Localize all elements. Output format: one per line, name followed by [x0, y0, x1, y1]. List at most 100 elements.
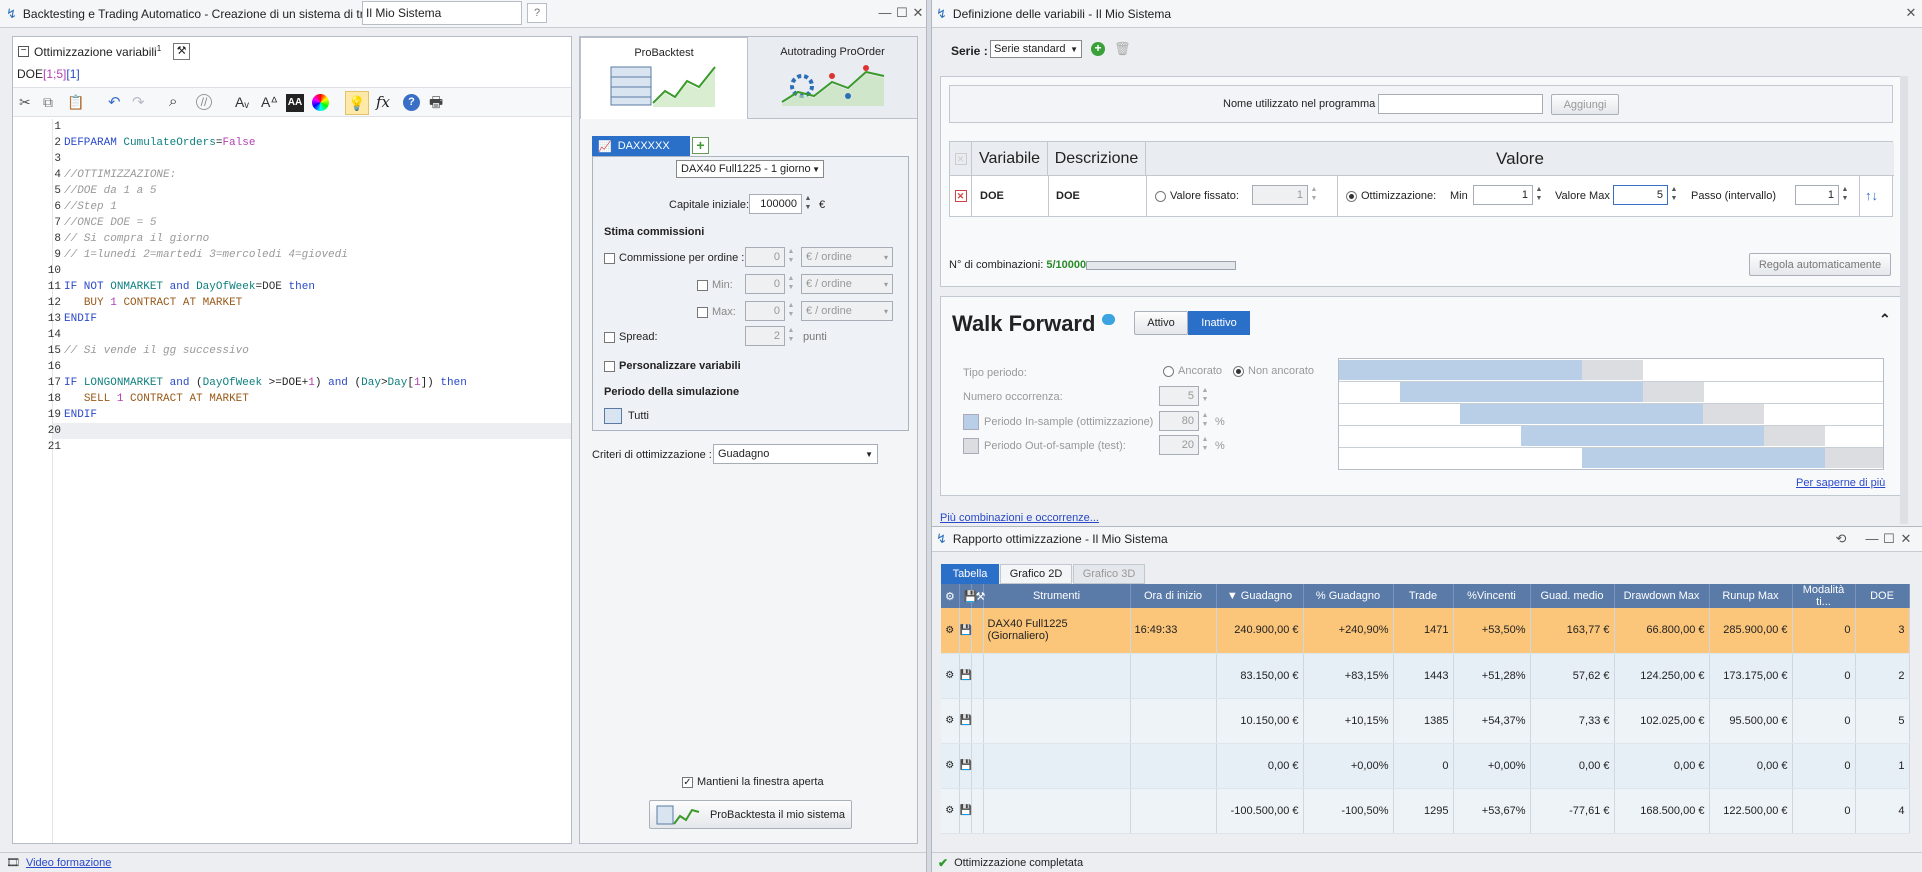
gears-icon[interactable]: ⚙: [941, 698, 960, 744]
close-icon[interactable]: ✕: [911, 6, 925, 20]
optimization-radio[interactable]: [1346, 190, 1357, 202]
table-row[interactable]: ⚙ 💾 0,00 € +0,00% 0 +0,00% 0,00 €0,00 €0,00 €0…: [941, 743, 1910, 789]
print-icon[interactable]: 🖶: [429, 92, 443, 117]
wf-inactive-button[interactable]: Inattivo: [1188, 311, 1250, 335]
close-icon[interactable]: ✕: [1899, 532, 1913, 546]
header-col[interactable]: Drawdown Max: [1614, 584, 1710, 608]
undo-icon[interactable]: ↶: [108, 93, 121, 111]
help-circle-icon[interactable]: ?: [403, 94, 420, 111]
fixed-value-radio[interactable]: [1155, 190, 1166, 202]
maximize-icon[interactable]: ☐: [895, 6, 909, 20]
function-icon[interactable]: fx: [376, 93, 390, 111]
max-checkbox[interactable]: [697, 306, 708, 318]
series-select[interactable]: Serie standard ▼: [990, 40, 1082, 58]
color-picker-icon[interactable]: [312, 94, 329, 111]
collapse-chevron-icon[interactable]: ⌃: [1879, 311, 1891, 328]
header-col[interactable]: ▼ Guadagno: [1216, 584, 1304, 608]
gears-icon[interactable]: ⚙: [941, 653, 960, 699]
help-icon[interactable]: ?: [527, 3, 547, 23]
tab-table[interactable]: Tabella: [941, 564, 999, 584]
cut-icon[interactable]: ✂: [19, 94, 31, 111]
max-input[interactable]: 0: [745, 301, 785, 321]
tab-autotrading[interactable]: Autotrading ProOrder: [748, 37, 917, 119]
min-unit-select[interactable]: € / ordine ▾: [801, 274, 893, 294]
commission-input[interactable]: 0: [745, 247, 785, 267]
wf-anchored-radio[interactable]: [1163, 365, 1174, 377]
max-spinner[interactable]: ▲ ▼: [786, 301, 796, 319]
learn-more-link[interactable]: Per saperne di più: [1796, 477, 1885, 489]
wf-out-sample-spinner[interactable]: ▲ ▼: [1200, 435, 1210, 453]
opt-min-spinner[interactable]: ▲ ▼: [1534, 185, 1544, 203]
fixed-value-spinner[interactable]: ▲ ▼: [1309, 185, 1319, 203]
commission-spinner[interactable]: ▲ ▼: [786, 247, 796, 265]
wf-occurrences-spinner[interactable]: ▲ ▼: [1200, 386, 1210, 404]
wf-occurrences-input[interactable]: 5: [1159, 386, 1199, 406]
search-icon[interactable]: ⌕: [169, 93, 177, 110]
opt-step-spinner[interactable]: ▲ ▼: [1840, 185, 1850, 203]
criteria-select[interactable]: Guadagno ▼: [713, 444, 878, 464]
delete-series-icon[interactable]: 🗑: [1114, 41, 1131, 57]
instrument-tab[interactable]: 📈 DAXXXXX: [592, 136, 690, 156]
opt-min-input[interactable]: 1: [1473, 185, 1533, 205]
wrench-icon[interactable]: ⚒: [173, 43, 190, 60]
save-icon[interactable]: 💾: [959, 608, 972, 654]
comment-icon[interactable]: //: [196, 94, 212, 110]
font-decrease-icon[interactable]: Aᵥ: [235, 94, 249, 110]
tab-chart-3d[interactable]: Grafico 3D: [1073, 564, 1145, 584]
instrument-select[interactable]: DAX40 Full1225 - 1 giorno ▼: [676, 160, 824, 178]
add-variable-button[interactable]: Aggiungi: [1551, 94, 1619, 115]
header-col[interactable]: %Vincenti: [1453, 584, 1531, 608]
table-row[interactable]: ⚙ 💾 -100.500,00 € -100,50% 1295 +53,67% -77,61…: [941, 788, 1910, 834]
run-backtest-button[interactable]: ProBacktesta il mio sistema: [649, 800, 852, 829]
info-bubble-icon[interactable]: [1102, 314, 1115, 325]
spread-spinner[interactable]: ▲ ▼: [786, 326, 796, 344]
spread-checkbox[interactable]: [604, 331, 615, 343]
table-row[interactable]: ⚙ 💾 DAX40 Full1225 (Giornaliero) 16:49:33 24…: [941, 608, 1910, 654]
add-instrument-icon[interactable]: +: [692, 137, 709, 154]
header-col[interactable]: Strumenti: [983, 584, 1131, 608]
header-col[interactable]: DOE: [1855, 584, 1910, 608]
opt-max-spinner[interactable]: ▲ ▼: [1669, 185, 1679, 203]
more-combinations-link[interactable]: Più combinazioni e occorrenze...: [940, 512, 1099, 524]
header-col[interactable]: Guad. medio: [1530, 584, 1615, 608]
opt-max-input[interactable]: 5: [1613, 185, 1668, 205]
commission-unit-select[interactable]: € / ordine ▾: [801, 247, 893, 267]
minimize-icon[interactable]: —: [1865, 532, 1879, 546]
save-icon[interactable]: 💾: [959, 653, 972, 699]
opt-step-input[interactable]: 1: [1795, 185, 1839, 205]
text-style-icon[interactable]: AA: [286, 94, 304, 112]
wf-in-sample-spinner[interactable]: ▲ ▼: [1200, 411, 1210, 429]
wf-active-button[interactable]: Attivo: [1134, 311, 1188, 335]
header-col[interactable]: Runup Max: [1709, 584, 1793, 608]
gears-icon[interactable]: ⚙: [941, 608, 960, 654]
header-col[interactable]: Modalità ti...: [1792, 584, 1856, 608]
customize-checkbox[interactable]: [604, 360, 615, 372]
fixed-value-input[interactable]: 1: [1252, 185, 1308, 205]
minimize-icon[interactable]: —: [878, 6, 892, 20]
spread-input[interactable]: 2: [745, 326, 785, 346]
tab-probacktest[interactable]: ProBacktest: [580, 37, 748, 119]
max-unit-select[interactable]: € / ordine ▾: [801, 301, 893, 321]
add-series-icon[interactable]: +: [1091, 42, 1105, 56]
save-icon[interactable]: 💾: [959, 698, 972, 744]
reorder-arrows-icon[interactable]: ↑↓: [1865, 188, 1878, 203]
wf-not-anchored-radio[interactable]: [1233, 365, 1244, 377]
code-area[interactable]: 1 2 3 4 5 6 7 8 9 10 11 12 13 14 15 16 17 18 19 20 21 DEFPAR…: [13, 119, 571, 843]
wf-in-sample-input[interactable]: 80: [1159, 411, 1199, 431]
commission-checkbox[interactable]: [604, 252, 615, 264]
min-input[interactable]: 0: [745, 274, 785, 294]
name-input[interactable]: [1378, 94, 1543, 114]
font-increase-icon[interactable]: Aᐞ: [261, 94, 278, 111]
capital-input[interactable]: 100000: [749, 194, 802, 214]
close-icon[interactable]: ✕: [1904, 6, 1918, 20]
variables-scrollbar[interactable]: [1900, 76, 1908, 524]
header-col[interactable]: Trade: [1393, 584, 1454, 608]
capital-spinner[interactable]: ▲ ▼: [803, 194, 813, 212]
lightbulb-icon[interactable]: 💡: [345, 91, 369, 115]
keep-open-checkbox[interactable]: [682, 776, 693, 788]
tab-chart-2d[interactable]: Grafico 2D: [1000, 564, 1072, 584]
share-icon[interactable]: ⟲: [1834, 532, 1848, 546]
paste-icon[interactable]: 📋: [67, 94, 84, 111]
gears-icon[interactable]: ⚙: [941, 788, 960, 834]
delete-variable-icon[interactable]: ✕: [954, 190, 967, 202]
